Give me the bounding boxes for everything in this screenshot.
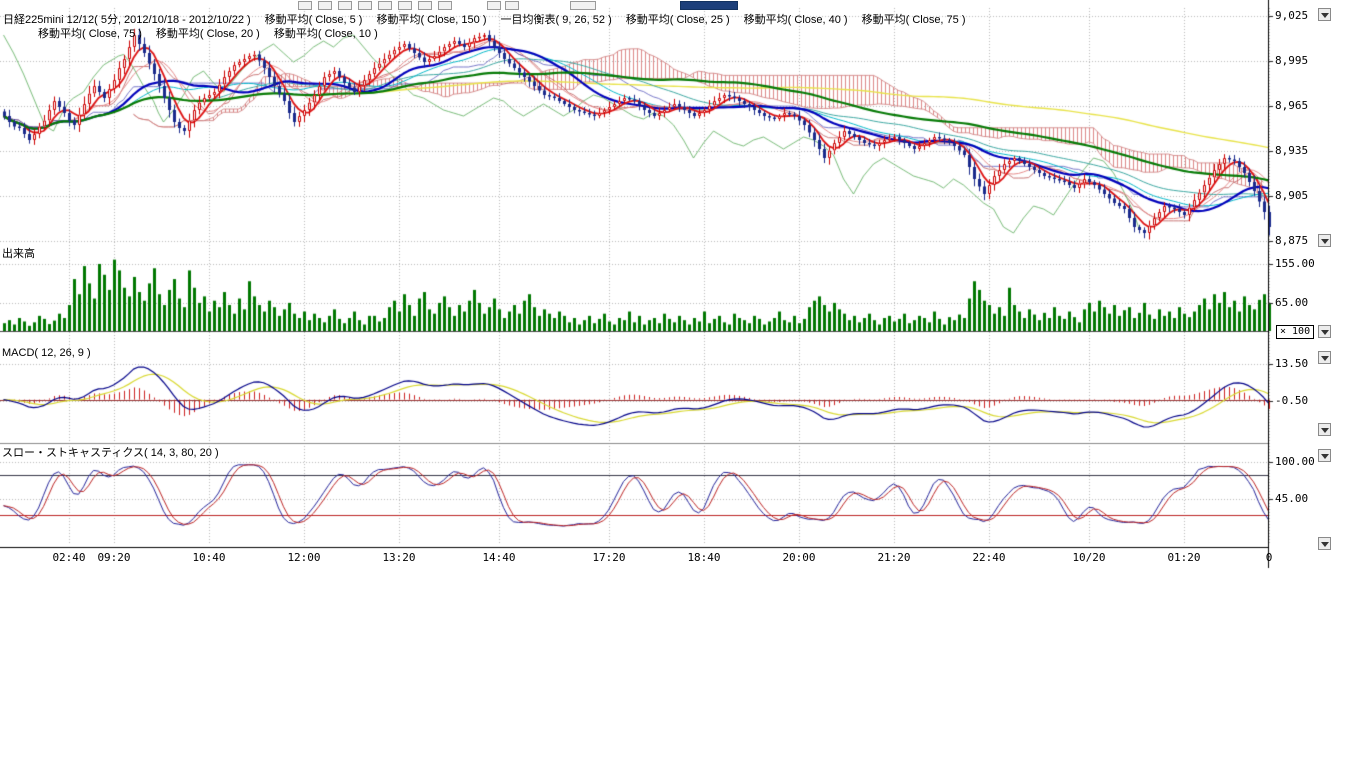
toolbar-icon[interactable] bbox=[378, 1, 392, 10]
time-axis-label: 14:40 bbox=[482, 551, 515, 564]
legend-row-2: 移動平均( Close, 75 ) 移動平均( Close, 20 ) 移動平均( … bbox=[38, 25, 378, 41]
legend-item: 移動平均( Close, 75 ) bbox=[38, 25, 142, 41]
time-axis-label: 10/20 bbox=[1072, 551, 1105, 564]
legend-item: 移動平均( Close, 20 ) bbox=[156, 25, 260, 41]
toolbar-icon[interactable] bbox=[318, 1, 332, 10]
toolbar-dark-button[interactable] bbox=[680, 1, 738, 10]
chevron-down-icon[interactable] bbox=[1318, 8, 1331, 21]
toolbar-icon[interactable] bbox=[438, 1, 452, 10]
legend-item: 一目均衡表( 9, 26, 52 ) bbox=[500, 11, 611, 27]
toolbar-icon[interactable] bbox=[358, 1, 372, 10]
time-axis-label: 10:40 bbox=[192, 551, 225, 564]
stochastics-panel-title: スロー・ストキャスティクス( 14, 3, 80, 20 ) bbox=[2, 444, 219, 460]
time-axis-label: 09:20 bbox=[97, 551, 130, 564]
toolbar-icon[interactable] bbox=[505, 1, 519, 10]
time-axis-label: 17:20 bbox=[592, 551, 625, 564]
time-axis-label: 0 bbox=[1266, 551, 1273, 564]
time-axis-label: 18:40 bbox=[687, 551, 720, 564]
price-axis-label: 8,905 bbox=[1275, 189, 1308, 202]
volume-panel-title: 出来高 bbox=[2, 245, 35, 261]
time-axis-label: 02:40 bbox=[52, 551, 85, 564]
toolbar-icon[interactable] bbox=[398, 1, 412, 10]
price-axis-label: 9,025 bbox=[1275, 9, 1308, 22]
volume-multiplier-badge: × 100 bbox=[1276, 325, 1314, 339]
legend-item: 移動平均( Close, 75 ) bbox=[862, 11, 966, 27]
toolbar-icon[interactable] bbox=[487, 1, 501, 10]
volume-axis-label: 65.00 bbox=[1275, 296, 1308, 309]
toolbar-icon[interactable] bbox=[570, 1, 596, 10]
chart-canvas[interactable] bbox=[0, 0, 1366, 575]
legend-item: 移動平均( Close, 10 ) bbox=[274, 25, 378, 41]
toolbar-icon[interactable] bbox=[298, 1, 312, 10]
price-axis-label: 8,935 bbox=[1275, 144, 1308, 157]
macd-axis-label: 13.50 bbox=[1275, 357, 1308, 370]
time-axis-label: 21:20 bbox=[877, 551, 910, 564]
stoch-axis-label: 100.00 bbox=[1275, 455, 1315, 468]
volume-axis-label: 155.00 bbox=[1275, 257, 1315, 270]
macd-axis-label: -0.50 bbox=[1275, 394, 1308, 407]
price-axis-label: 8,965 bbox=[1275, 99, 1308, 112]
chevron-down-icon[interactable] bbox=[1318, 449, 1331, 462]
time-axis-label: 20:00 bbox=[782, 551, 815, 564]
legend-item: 移動平均( Close, 40 ) bbox=[744, 11, 848, 27]
time-axis-label: 13:20 bbox=[382, 551, 415, 564]
legend-item: 移動平均( Close, 25 ) bbox=[626, 11, 730, 27]
legend-item: 移動平均( Close, 150 ) bbox=[376, 11, 486, 27]
time-axis-label: 01:20 bbox=[1167, 551, 1200, 564]
macd-panel-title: MACD( 12, 26, 9 ) bbox=[2, 347, 91, 359]
stoch-axis-label: 45.00 bbox=[1275, 492, 1308, 505]
toolbar-icon[interactable] bbox=[338, 1, 352, 10]
time-axis-label: 22:40 bbox=[972, 551, 1005, 564]
chart-window: 日経225mini 12/12( 5分, 2012/10/18 - 2012/1… bbox=[0, 0, 1366, 768]
chevron-down-icon[interactable] bbox=[1318, 423, 1331, 436]
chevron-down-icon[interactable] bbox=[1318, 234, 1331, 247]
price-axis-label: 8,995 bbox=[1275, 54, 1308, 67]
time-axis-label: 12:00 bbox=[287, 551, 320, 564]
toolbar-icon[interactable] bbox=[418, 1, 432, 10]
chevron-down-icon[interactable] bbox=[1318, 325, 1331, 338]
price-axis-label: 8,875 bbox=[1275, 234, 1308, 247]
chevron-down-icon[interactable] bbox=[1318, 537, 1331, 550]
chevron-down-icon[interactable] bbox=[1318, 351, 1331, 364]
